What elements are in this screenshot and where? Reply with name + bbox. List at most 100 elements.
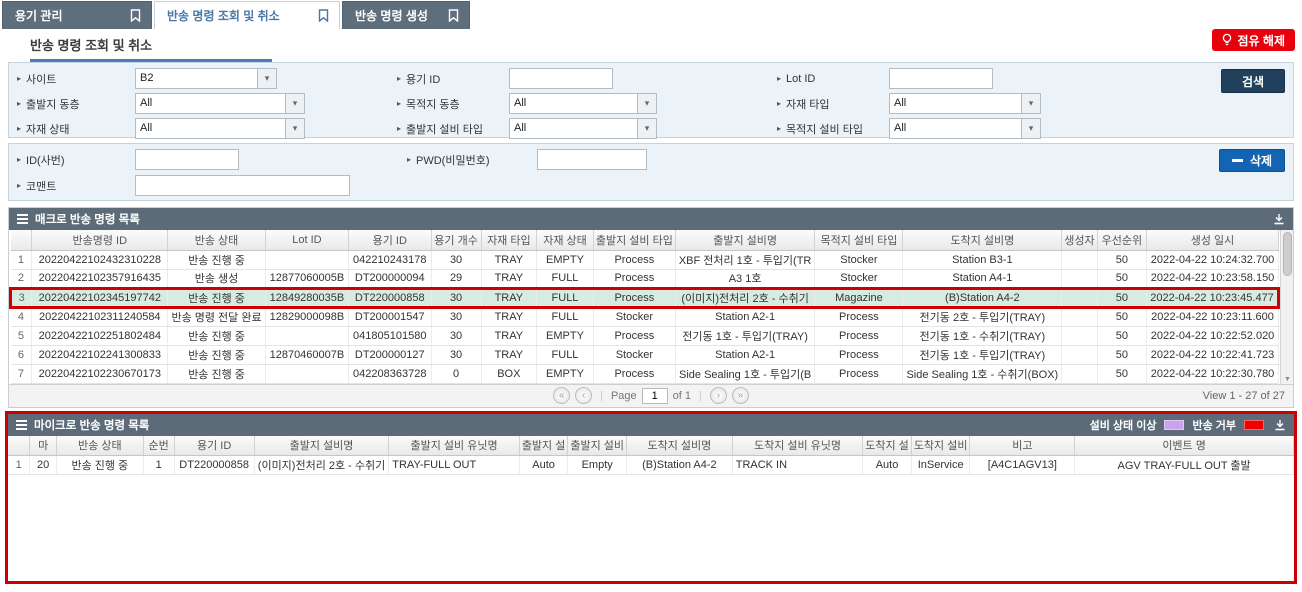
chevron-down-icon[interactable]: ▾	[285, 119, 304, 138]
column-header[interactable]: 도착지 설	[863, 436, 912, 456]
column-header[interactable]: 용기 ID	[348, 230, 431, 250]
column-header[interactable]: 자재 상태	[537, 230, 594, 250]
table-cell: DT220000858	[174, 456, 254, 475]
filter-input-1[interactable]	[509, 68, 613, 89]
table-row[interactable]: 720220422102230670173반송 진행 중042208363728…	[11, 364, 1279, 383]
table-cell: FULL	[537, 345, 594, 364]
first-page-button[interactable]: «	[553, 387, 570, 404]
column-header[interactable]: 순번	[143, 436, 174, 456]
column-header[interactable]: Lot ID	[265, 230, 348, 250]
scrollbar-thumb[interactable]	[1283, 232, 1292, 276]
tab-bar: 용기 관리 반송 명령 조회 및 취소 반송 명령 생성	[0, 0, 1302, 29]
filter-select-7[interactable]: All▾	[509, 118, 657, 139]
page-label: Page	[611, 390, 637, 402]
delete-button[interactable]: 삭제	[1219, 149, 1285, 172]
chevron-down-icon[interactable]: ▾	[637, 94, 656, 113]
column-header[interactable]: 자재 타입	[481, 230, 537, 250]
column-header[interactable]: 생성자	[1062, 230, 1097, 250]
table-cell: 12829000098B	[265, 307, 348, 326]
table-row[interactable]: 520220422102251802484반송 진행 중041805101580…	[11, 326, 1279, 345]
table-cell: 20220422102432310228	[32, 250, 168, 269]
comment-field[interactable]	[135, 175, 350, 196]
bookmark-icon[interactable]	[130, 9, 141, 22]
column-header[interactable]: 반송 상태	[56, 436, 143, 456]
tab-transfer-query-cancel[interactable]: 반송 명령 조회 및 취소	[154, 1, 340, 29]
tab-transfer-create[interactable]: 반송 명령 생성	[342, 1, 470, 29]
table-cell: Station A4-1	[903, 269, 1062, 288]
column-header[interactable]: 도착지 설비명	[903, 230, 1062, 250]
bookmark-icon[interactable]	[448, 9, 459, 22]
column-header[interactable]: 이벤트 명	[1075, 436, 1294, 456]
table-row[interactable]: 120반송 진행 중1DT220000858(이미지)전처리 2호 - 수취기T…	[8, 456, 1294, 475]
filter-select-3[interactable]: All▾	[135, 93, 305, 114]
filter-select-5[interactable]: All▾	[889, 93, 1041, 114]
employee-id-field[interactable]	[135, 149, 239, 170]
table-cell: DT200001547	[348, 307, 431, 326]
bookmark-icon[interactable]	[318, 9, 329, 22]
filter-select-6[interactable]: All▾	[135, 118, 305, 139]
table-row[interactable]: 420220422102311240584반송 명령 전달 완료12829000…	[11, 307, 1279, 326]
search-button[interactable]: 검색	[1221, 69, 1285, 93]
prev-page-button[interactable]: ‹	[575, 387, 592, 404]
column-header[interactable]: 출발지 설	[519, 436, 568, 456]
scrollbar[interactable]: ▼	[1280, 230, 1293, 384]
table-cell	[1062, 326, 1097, 345]
download-icon[interactable]	[1274, 419, 1286, 431]
table-cell: 전기동 1호 - 투입기(TRAY)	[675, 326, 815, 345]
last-page-button[interactable]: »	[732, 387, 749, 404]
table-cell: Process	[815, 364, 903, 383]
table-cell: 042208363728	[348, 364, 431, 383]
table-row[interactable]: 120220422102432310228반송 진행 중042210243178…	[11, 250, 1279, 269]
table-cell: 50	[1097, 250, 1146, 269]
column-header[interactable]: 생성 일시	[1147, 230, 1279, 250]
table-row[interactable]: 320220422102345197742반송 진행 중12849280035B…	[11, 288, 1279, 307]
column-header[interactable]: 출발지 설비 타입	[593, 230, 675, 250]
chevron-down-icon[interactable]: ▾	[1021, 94, 1040, 113]
table-cell: 50	[1097, 288, 1146, 307]
filter-select-0[interactable]: B2▾	[135, 68, 277, 89]
page-number-input[interactable]	[642, 388, 668, 404]
column-header[interactable]: 도착지 설비명	[627, 436, 733, 456]
filter-input-2[interactable]	[889, 68, 993, 89]
filter-label: ▸목적지 설비 타입	[777, 121, 889, 137]
filter-select-4[interactable]: All▾	[509, 93, 657, 114]
column-header[interactable]: 반송명령 ID	[32, 230, 168, 250]
tab-container-manage[interactable]: 용기 관리	[2, 1, 152, 29]
column-header[interactable]: 우선순위	[1097, 230, 1146, 250]
next-page-button[interactable]: ›	[710, 387, 727, 404]
column-header[interactable]: 출발지 설비명	[675, 230, 815, 250]
column-header[interactable]	[11, 230, 32, 250]
column-header[interactable]: 마	[30, 436, 56, 456]
chevron-down-icon[interactable]: ▾	[637, 119, 656, 138]
list-menu-icon[interactable]	[16, 420, 27, 430]
column-header[interactable]: 비고	[970, 436, 1075, 456]
table-cell: 반송 진행 중	[168, 250, 266, 269]
label-arrow-icon: ▸	[397, 124, 401, 133]
filter-field	[889, 68, 1169, 89]
column-header[interactable]: 용기 ID	[174, 436, 254, 456]
column-header[interactable]: 출발지 설비 유닛명	[389, 436, 520, 456]
legend-red-swatch	[1244, 420, 1264, 430]
chevron-down-icon[interactable]: ▾	[257, 69, 276, 88]
scroll-down-icon[interactable]: ▼	[1281, 376, 1294, 383]
column-header[interactable]: 반송 상태	[168, 230, 266, 250]
table-row[interactable]: 220220422102357916435반송 생성12877060005BDT…	[11, 269, 1279, 288]
chevron-down-icon[interactable]: ▾	[1021, 119, 1040, 138]
filter-select-8[interactable]: All▾	[889, 118, 1041, 139]
list-menu-icon[interactable]	[17, 214, 28, 224]
password-field[interactable]	[537, 149, 647, 170]
download-icon[interactable]	[1273, 213, 1285, 225]
column-header[interactable]: 도착지 설비 유닛명	[732, 436, 863, 456]
filter-field: All▾	[135, 118, 397, 139]
column-header[interactable]: 용기 개수	[431, 230, 481, 250]
chevron-down-icon[interactable]: ▾	[285, 94, 304, 113]
table-row[interactable]: 620220422102241300833반송 진행 중12870460007B…	[11, 345, 1279, 364]
table-cell: Process	[593, 269, 675, 288]
column-header[interactable]	[8, 436, 30, 456]
column-header[interactable]: 도착지 설비	[911, 436, 970, 456]
table-cell: TRAY	[481, 250, 537, 269]
column-header[interactable]: 목적지 설비 타입	[815, 230, 903, 250]
column-header[interactable]: 출발지 설비명	[254, 436, 388, 456]
column-header[interactable]: 출발지 설비	[568, 436, 627, 456]
release-occupancy-button[interactable]: 점유 해제	[1212, 29, 1296, 51]
